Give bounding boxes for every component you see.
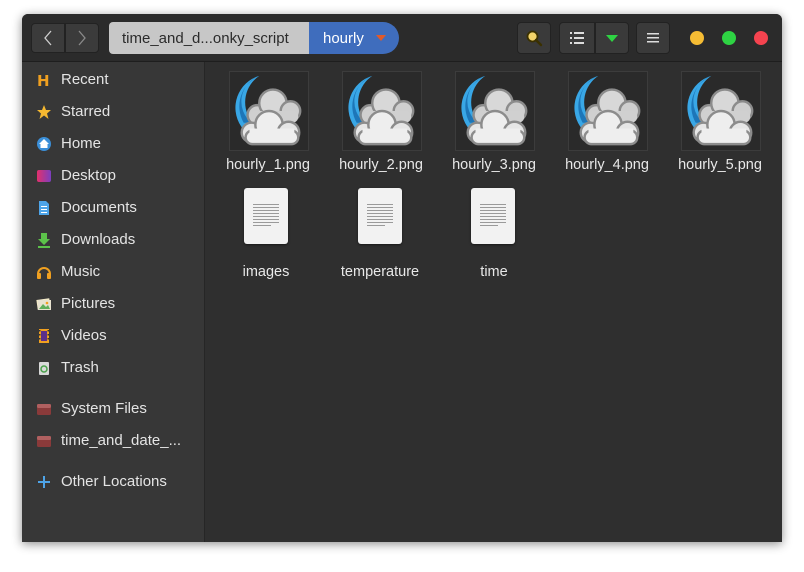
sidebar-item-label: Starred: [61, 103, 111, 120]
file-name-label: hourly_3.png: [452, 157, 536, 173]
sidebar-item-label: Home: [61, 135, 102, 152]
view-options-dropdown[interactable]: [595, 22, 629, 54]
search-button[interactable]: [517, 22, 551, 54]
dropdown-arrow-icon: [376, 35, 386, 41]
sidebar-item-label: Documents: [61, 199, 137, 216]
text-file-icon[interactable]: [358, 188, 402, 244]
sidebar-item-documents[interactable]: Documents: [22, 194, 204, 222]
chevron-left-icon: [44, 30, 52, 46]
sidebar-item-home[interactable]: Home: [22, 130, 204, 158]
sidebar-item-music[interactable]: Music: [22, 258, 204, 286]
sidebar-item-label: Pictures: [61, 295, 116, 312]
drive-icon: [36, 433, 52, 449]
sidebar-item-label: System Files: [61, 400, 147, 417]
sidebar: H Recent Starred Home Desktop Documents …: [22, 62, 205, 542]
plus-icon: [36, 474, 52, 490]
back-button[interactable]: [31, 23, 65, 53]
sidebar-item-label: Trash: [61, 359, 99, 376]
weather-thumbnail-icon: [455, 71, 535, 151]
sidebar-item-label: Other Locations: [61, 473, 167, 490]
sidebar-item-time-and-date[interactable]: time_and_date_...: [22, 427, 204, 455]
file-time-label[interactable]: time: [429, 264, 559, 280]
sidebar-item-videos[interactable]: Videos: [22, 322, 204, 350]
breadcrumb-current[interactable]: hourly: [309, 22, 399, 54]
sidebar-item-label: Downloads: [61, 231, 136, 248]
breadcrumb-parent[interactable]: time_and_d...onky_script: [109, 22, 309, 54]
sidebar-item-label: time_and_date_...: [61, 432, 182, 449]
weather-thumbnail-icon: [681, 71, 761, 151]
sidebar-item-pictures[interactable]: Pictures: [22, 290, 204, 318]
close-button[interactable]: [754, 31, 768, 45]
menu-button[interactable]: [636, 22, 670, 54]
sidebar-item-system-files[interactable]: System Files: [22, 395, 204, 423]
file-manager-window: time_and_d...onky_script hourly H Recent…: [22, 14, 782, 542]
forward-button[interactable]: [65, 23, 99, 53]
hamburger-menu-icon: [647, 33, 659, 43]
minimize-button[interactable]: [690, 31, 704, 45]
headphones-icon: [36, 264, 52, 280]
sidebar-item-trash[interactable]: Trash: [22, 354, 204, 382]
home-icon: [36, 136, 52, 152]
header-bar: time_and_d...onky_script hourly: [22, 14, 782, 62]
svg-text:H: H: [37, 72, 50, 88]
text-file-icon[interactable]: [244, 188, 288, 244]
weather-thumbnail-icon: [568, 71, 648, 151]
sidebar-item-starred[interactable]: Starred: [22, 98, 204, 126]
file-name-label: hourly_5.png: [678, 157, 762, 173]
file-images-label[interactable]: images: [201, 264, 331, 280]
text-file-icon[interactable]: [471, 188, 515, 244]
pictures-icon: [36, 296, 52, 312]
search-icon: [526, 30, 543, 47]
file-temperature-label[interactable]: temperature: [315, 264, 445, 280]
download-icon: [36, 232, 52, 248]
sidebar-item-recent[interactable]: H Recent: [22, 66, 204, 94]
file-name-label: hourly_1.png: [226, 157, 310, 173]
document-icon: [36, 200, 52, 216]
star-icon: [36, 104, 52, 120]
breadcrumb-current-label: hourly: [323, 29, 364, 47]
sidebar-item-label: Videos: [61, 327, 107, 344]
sidebar-item-downloads[interactable]: Downloads: [22, 226, 204, 254]
breadcrumb-parent-label: time_and_d...onky_script: [122, 29, 289, 47]
chevron-down-icon: [606, 34, 618, 42]
drive-icon: [36, 401, 52, 417]
trash-icon: [36, 360, 52, 376]
file-name-label: hourly_4.png: [565, 157, 649, 173]
film-icon: [36, 328, 52, 344]
sidebar-item-desktop[interactable]: Desktop: [22, 162, 204, 190]
file-view: hourly_1.png hourly_2.png hourly_3.png h…: [205, 62, 782, 542]
weather-thumbnail-icon: [229, 71, 309, 151]
sidebar-item-label: Desktop: [61, 167, 117, 184]
sidebar-item-label: Music: [61, 263, 101, 280]
sidebar-item-label: Recent: [61, 71, 109, 88]
desktop-icon: [36, 168, 52, 184]
file-name-label: hourly_2.png: [339, 157, 423, 173]
clock-history-icon: H: [36, 72, 52, 88]
chevron-right-icon: [78, 30, 86, 46]
sidebar-item-other-locations[interactable]: Other Locations: [22, 468, 204, 496]
maximize-button[interactable]: [722, 31, 736, 45]
weather-thumbnail-icon: [342, 71, 422, 151]
list-view-icon: [570, 32, 584, 44]
list-view-button[interactable]: [559, 22, 595, 54]
